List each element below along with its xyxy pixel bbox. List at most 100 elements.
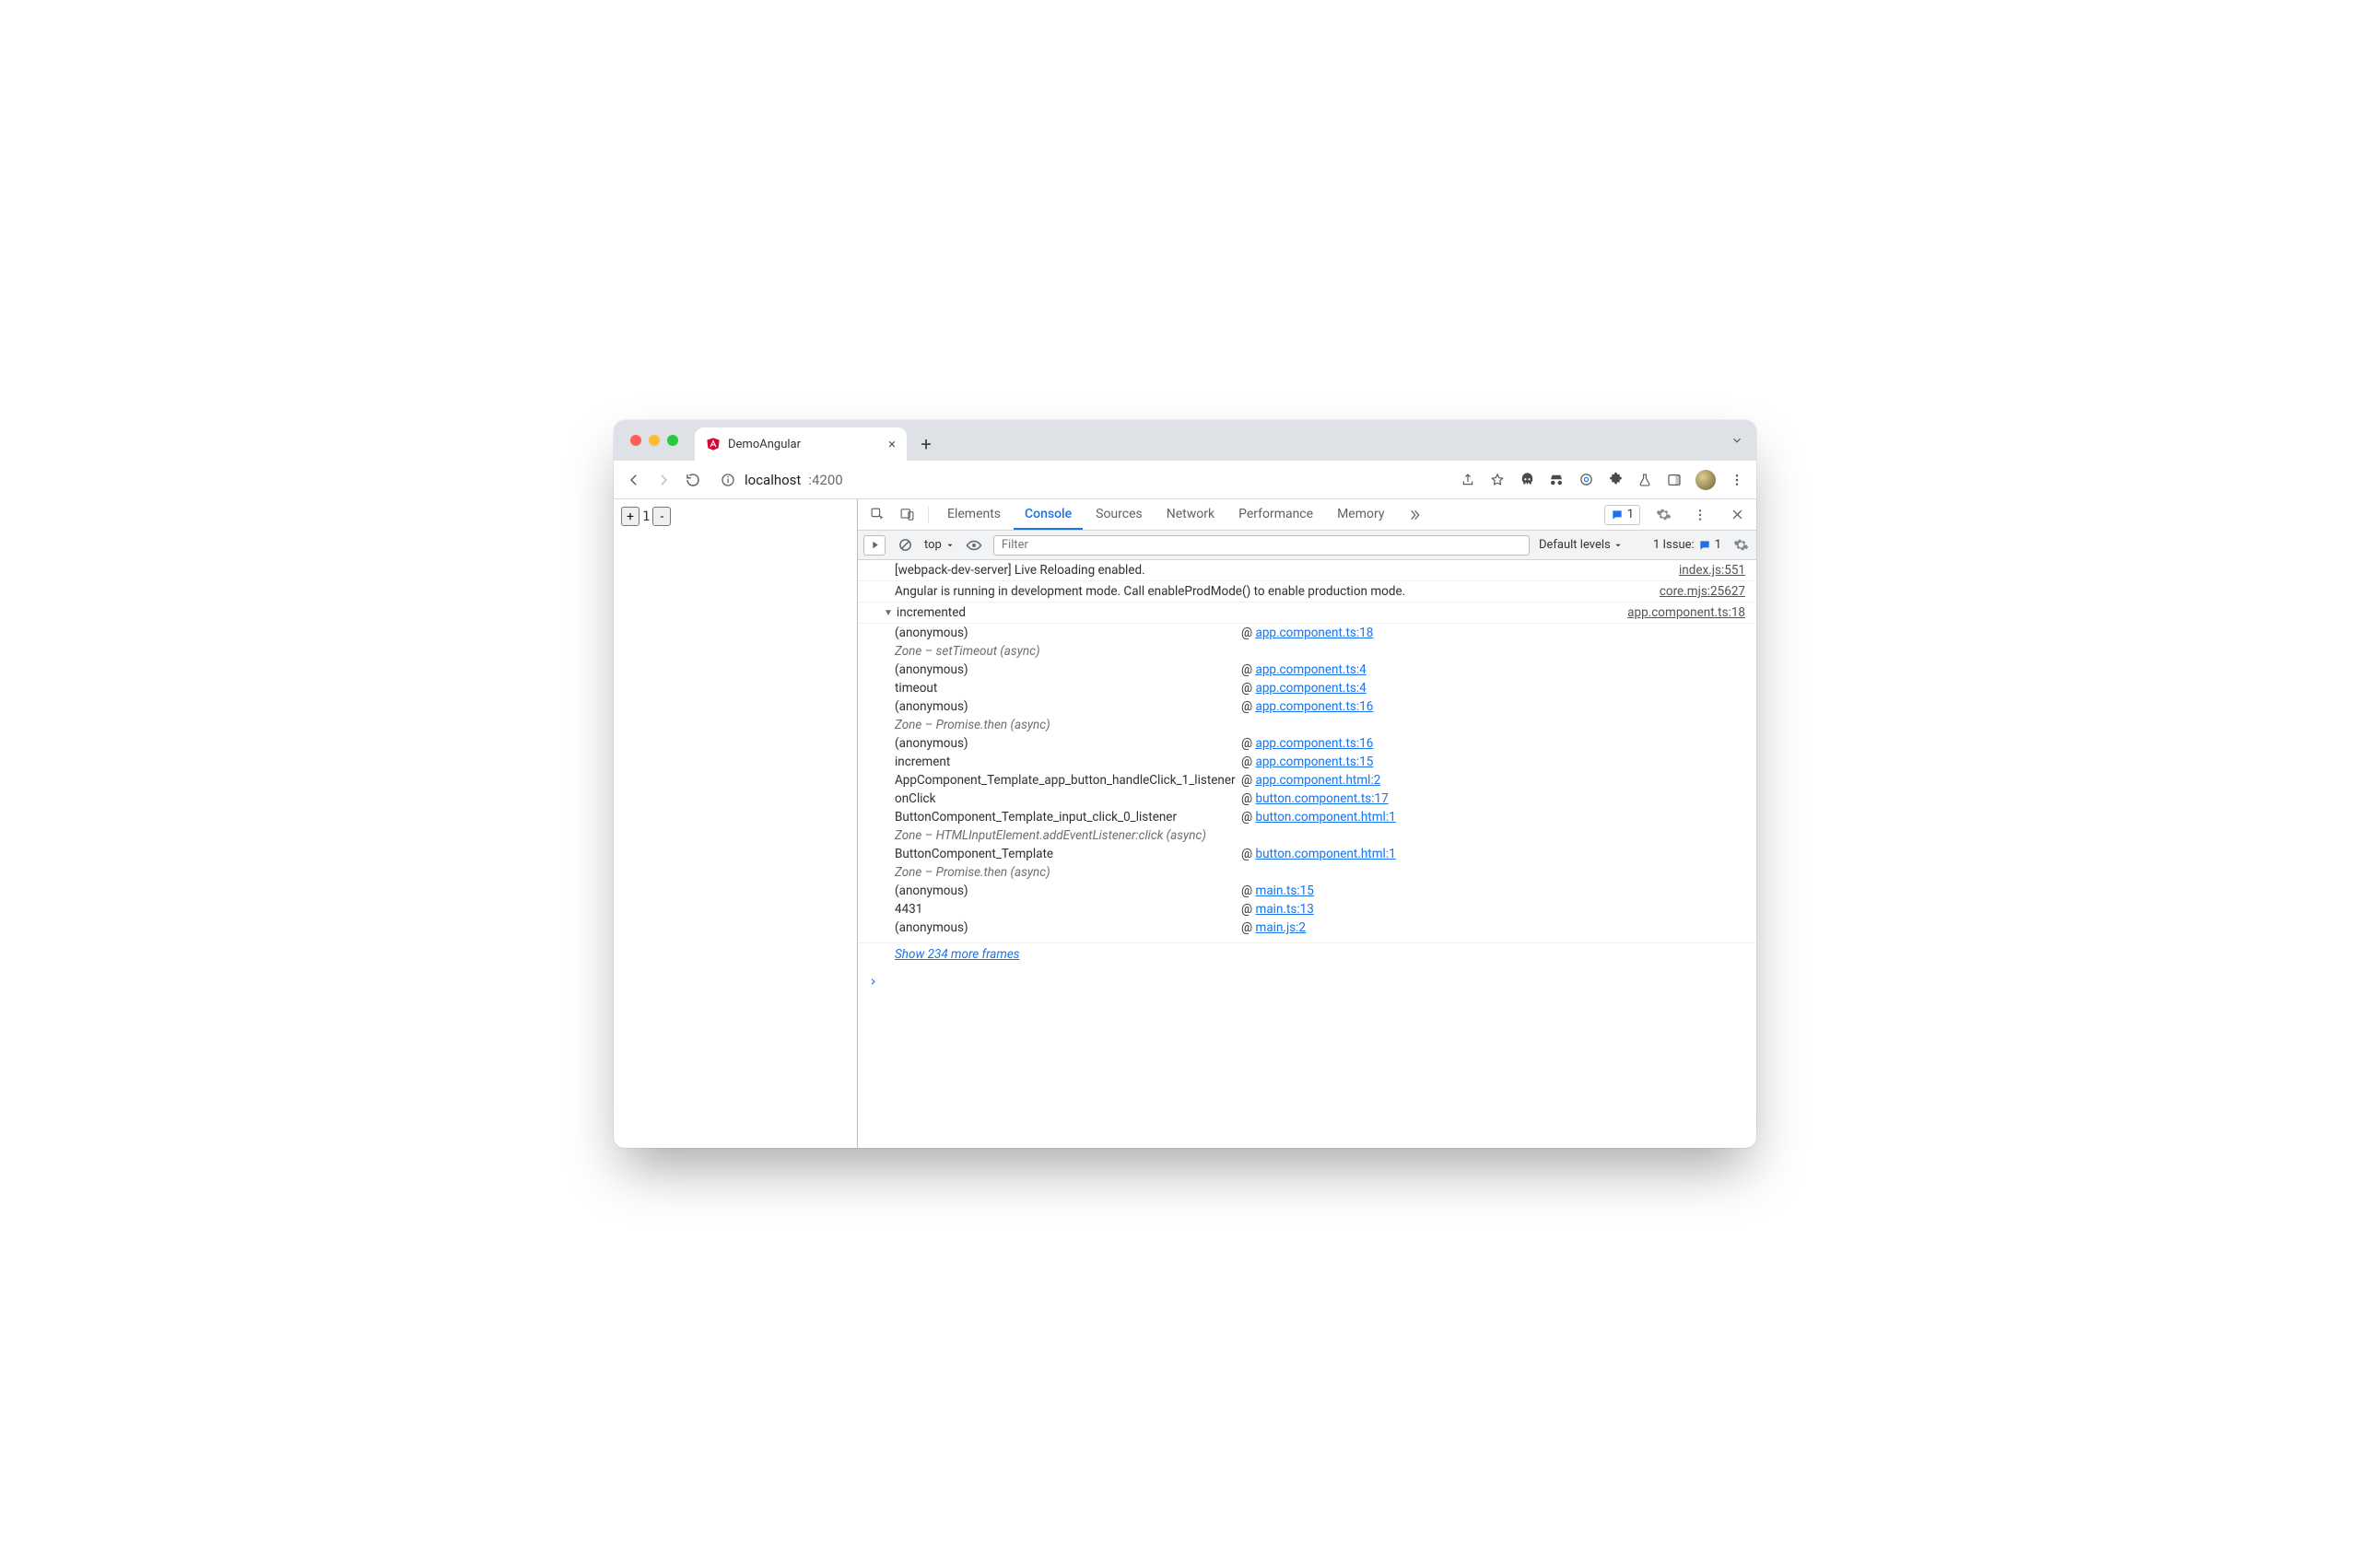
- frame-location: @ button.component.ts:17: [1241, 791, 1389, 806]
- tab-sources[interactable]: Sources: [1085, 499, 1154, 530]
- window-zoom-button[interactable]: [667, 435, 678, 446]
- log-levels-selector[interactable]: Default levels: [1539, 538, 1623, 552]
- extensions-puzzle-icon[interactable]: [1607, 472, 1624, 488]
- chevron-down-icon[interactable]: [1731, 434, 1743, 447]
- frame-location: @ app.component.html:2: [1241, 773, 1380, 788]
- tab-close-icon[interactable]: ×: [888, 436, 896, 452]
- stack-frame: (anonymous) @ app.component.ts:18: [874, 624, 1756, 642]
- site-info-icon[interactable]: [719, 471, 737, 489]
- bookmark-star-icon[interactable]: [1489, 472, 1506, 488]
- stack-frame: onClick @ button.component.ts:17: [874, 790, 1756, 808]
- source-link[interactable]: main.ts:13: [1255, 902, 1313, 917]
- filter-input[interactable]: [993, 535, 1530, 556]
- source-link[interactable]: button.component.html:1: [1255, 810, 1395, 825]
- new-tab-button[interactable]: +: [912, 430, 940, 458]
- address-bar: localhost:4200: [614, 461, 1756, 499]
- source-link[interactable]: app.component.html:2: [1255, 773, 1380, 788]
- frame-function: (anonymous): [895, 626, 1236, 640]
- tab-strip: DemoAngular × +: [614, 420, 1756, 461]
- console-settings-gear-icon[interactable]: [1731, 537, 1751, 553]
- issues-link[interactable]: 1 Issue: 1: [1653, 538, 1721, 552]
- source-link[interactable]: app.component.ts:4: [1255, 681, 1366, 696]
- frame-function: onClick: [895, 791, 1236, 806]
- frame-function: ButtonComponent_Template_input_click_0_l…: [895, 810, 1236, 825]
- inspect-element-icon[interactable]: [863, 499, 891, 530]
- increment-button[interactable]: +: [621, 507, 639, 526]
- frame-function: AppComponent_Template_app_button_handleC…: [895, 773, 1236, 788]
- forward-button[interactable]: [654, 471, 673, 489]
- live-expression-eye-icon[interactable]: [964, 537, 984, 554]
- skull-extension-icon[interactable]: [1519, 472, 1535, 488]
- source-link[interactable]: main.ts:15: [1255, 883, 1313, 898]
- sidebar-toggle-icon[interactable]: [863, 535, 886, 556]
- stack-frame: Zone – setTimeout (async): [874, 642, 1756, 661]
- source-link[interactable]: button.component.html:1: [1255, 847, 1395, 861]
- browser-menu-icon[interactable]: [1729, 472, 1745, 488]
- devtools-panel: Elements Console Sources Network Perform…: [858, 499, 1756, 1148]
- device-toolbar-icon[interactable]: [893, 499, 921, 530]
- more-tabs-icon[interactable]: [1401, 499, 1428, 530]
- window-close-button[interactable]: [630, 435, 641, 446]
- frame-function: timeout: [895, 681, 1236, 696]
- stack-frame: ButtonComponent_Template_input_click_0_l…: [874, 808, 1756, 826]
- log-row: [webpack-dev-server] Live Reloading enab…: [858, 560, 1756, 581]
- context-selector[interactable]: top: [924, 538, 955, 552]
- share-icon[interactable]: [1460, 472, 1476, 488]
- browser-tab[interactable]: DemoAngular ×: [695, 427, 907, 461]
- frame-function: (anonymous): [895, 662, 1236, 677]
- close-devtools-icon[interactable]: [1723, 508, 1751, 521]
- source-link[interactable]: core.mjs:25627: [1660, 584, 1745, 599]
- log-message: Angular is running in development mode. …: [895, 584, 1660, 599]
- frame-function: ButtonComponent_Template: [895, 847, 1236, 861]
- frame-location: @ app.component.ts:18: [1241, 626, 1373, 640]
- back-button[interactable]: [625, 471, 643, 489]
- source-link[interactable]: main.js:2: [1255, 920, 1306, 935]
- source-link[interactable]: app.component.ts:18: [1255, 626, 1373, 640]
- source-link[interactable]: app.component.ts:15: [1255, 755, 1373, 769]
- source-link[interactable]: app.component.ts:16: [1255, 736, 1373, 751]
- source-link[interactable]: app.component.ts:16: [1255, 699, 1373, 714]
- stack-frame: Zone – Promise.then (async): [874, 716, 1756, 734]
- omnibox[interactable]: localhost:4200: [719, 471, 843, 489]
- counter-value: 1: [639, 509, 652, 524]
- clear-console-icon[interactable]: [895, 537, 915, 553]
- app-page: + 1 -: [614, 499, 858, 1148]
- issue-chip[interactable]: 1: [1604, 505, 1640, 525]
- stack-trace: (anonymous) @ app.component.ts:18 Zone – s…: [858, 624, 1756, 943]
- stack-frame: timeout@ app.component.ts:4: [874, 679, 1756, 697]
- console-prompt[interactable]: ›: [858, 969, 1756, 993]
- reload-button[interactable]: [684, 471, 702, 489]
- frame-location: @ button.component.html:1: [1241, 810, 1396, 825]
- frame-function: Zone – setTimeout (async): [895, 644, 1236, 659]
- tab-elements[interactable]: Elements: [936, 499, 1012, 530]
- flask-labs-icon[interactable]: [1637, 472, 1653, 488]
- show-more-link[interactable]: Show 234 more frames: [895, 947, 1020, 962]
- frame-function: (anonymous): [895, 883, 1236, 898]
- tab-title: DemoAngular: [728, 438, 801, 451]
- incognito-icon[interactable]: [1548, 472, 1565, 488]
- tab-performance[interactable]: Performance: [1227, 499, 1324, 530]
- caret-down-icon: [945, 541, 955, 550]
- frame-location: @ main.js:2: [1241, 920, 1306, 935]
- source-link[interactable]: app.component.ts:4: [1255, 662, 1366, 677]
- source-link[interactable]: index.js:551: [1679, 563, 1745, 578]
- source-link[interactable]: app.component.ts:18: [1627, 605, 1745, 620]
- profile-avatar[interactable]: [1695, 470, 1716, 490]
- trace-header[interactable]: ▼ incremented app.component.ts:18: [858, 603, 1756, 624]
- lens-extension-icon[interactable]: [1578, 472, 1594, 488]
- stack-frame: Zone – HTMLInputElement.addEventListener…: [874, 826, 1756, 845]
- source-link[interactable]: button.component.ts:17: [1255, 791, 1388, 806]
- sidepanel-icon[interactable]: [1666, 472, 1683, 488]
- tab-network[interactable]: Network: [1156, 499, 1226, 530]
- tab-console[interactable]: Console: [1014, 499, 1083, 530]
- frame-function: increment: [895, 755, 1236, 769]
- frame-location: @ app.component.ts:16: [1241, 736, 1373, 751]
- tab-memory[interactable]: Memory: [1326, 499, 1395, 530]
- url-port: :4200: [808, 472, 842, 488]
- angular-favicon-icon: [706, 437, 721, 451]
- window-minimize-button[interactable]: [649, 435, 660, 446]
- settings-gear-icon[interactable]: [1649, 507, 1677, 522]
- devtools-menu-icon[interactable]: [1686, 508, 1714, 522]
- show-more-frames: Show 234 more frames: [858, 943, 1756, 969]
- decrement-button[interactable]: -: [652, 507, 671, 526]
